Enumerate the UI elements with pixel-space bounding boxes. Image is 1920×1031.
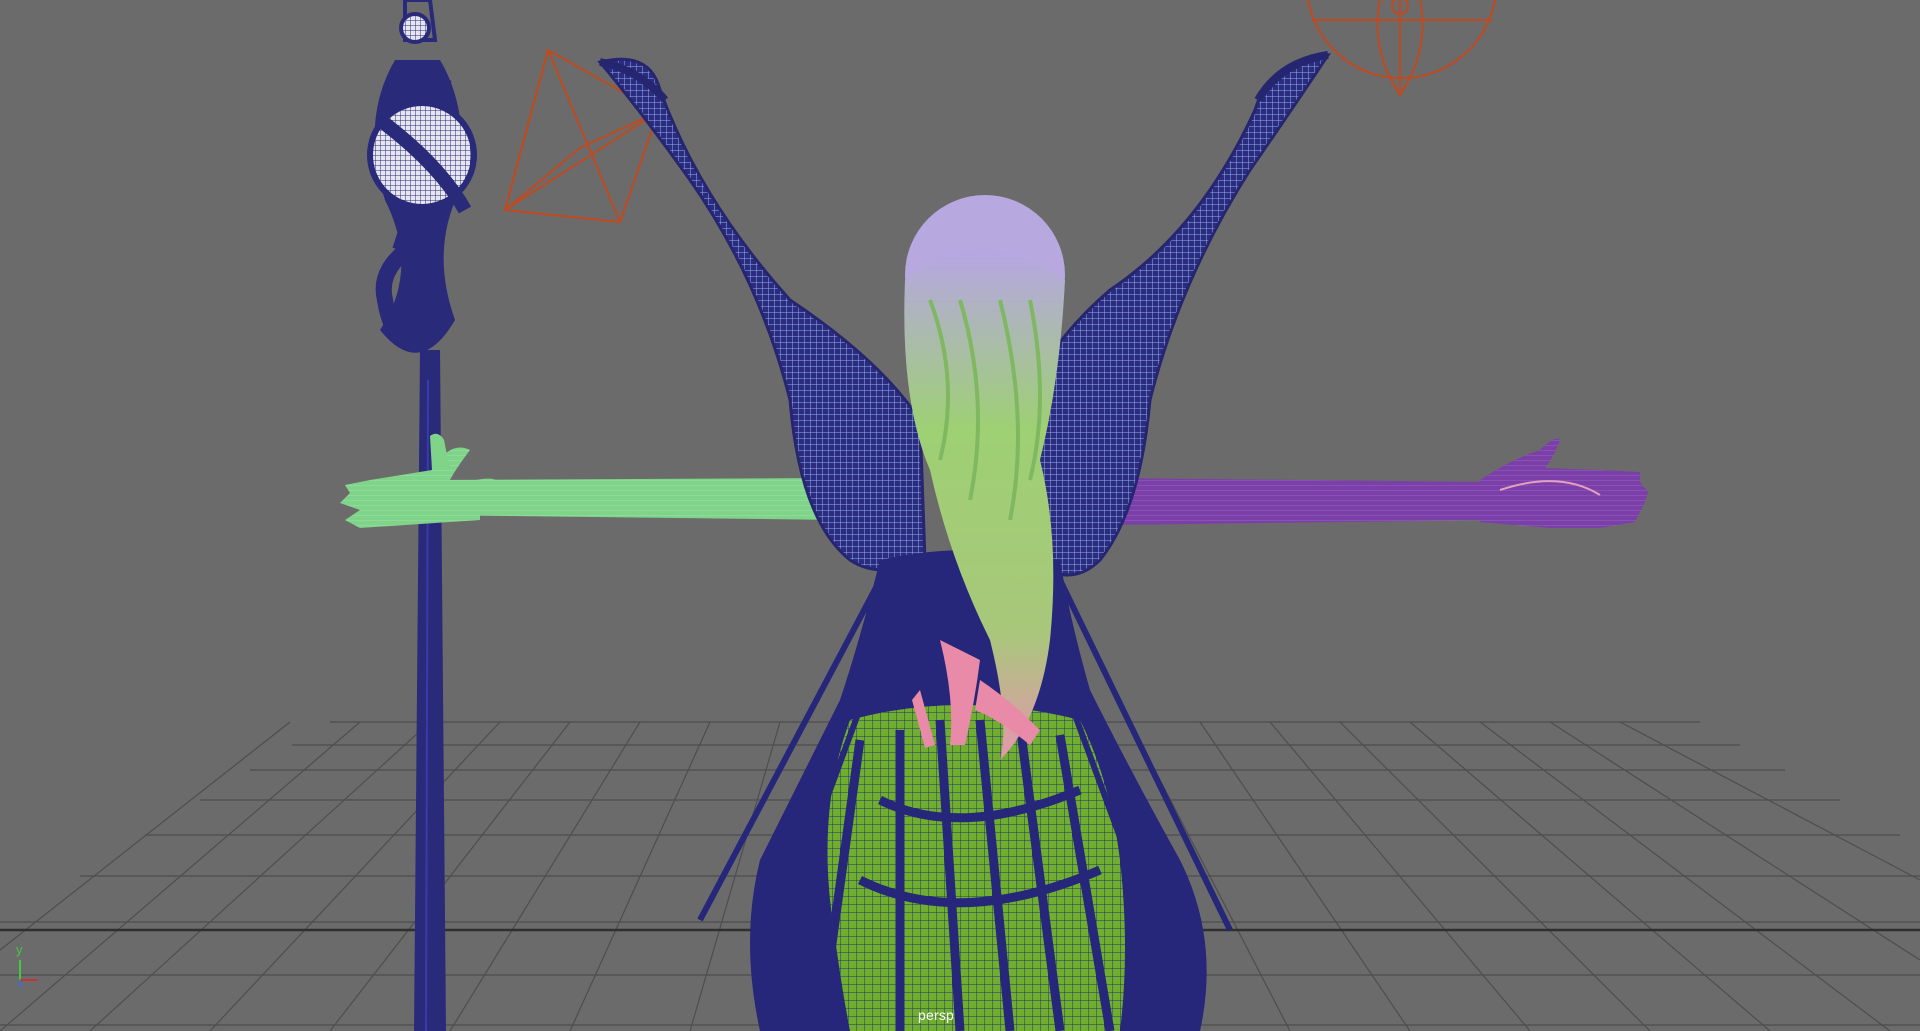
right-arm-mesh[interactable] — [1110, 438, 1648, 528]
light-locator-sphere[interactable] — [1307, 0, 1496, 97]
y-axis-label: y — [16, 942, 23, 957]
robe-mesh[interactable] — [697, 550, 1233, 1031]
scene-canvas[interactable] — [0, 0, 1920, 1031]
left-arm-mesh[interactable] — [340, 433, 840, 528]
axis-gizmo — [19, 960, 38, 988]
maya-viewport[interactable]: y persp — [0, 0, 1920, 1031]
camera-label: persp — [918, 1007, 955, 1023]
